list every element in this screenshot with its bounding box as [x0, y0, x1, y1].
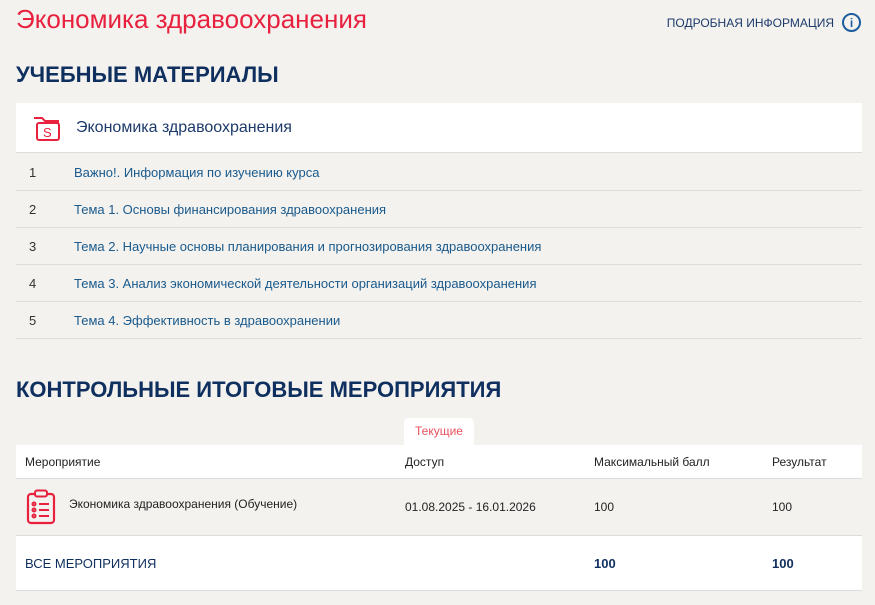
- material-link[interactable]: Тема 2. Научные основы планирования и пр…: [74, 239, 541, 254]
- svg-text:S: S: [43, 125, 52, 140]
- table-total-row: ВСЕ МЕРОПРИЯТИЯ 100 100: [16, 536, 862, 591]
- list-item: 5 Тема 4. Эффективность в здравоохранении: [16, 302, 862, 339]
- list-item: 1 Важно!. Информация по изучению курса: [16, 154, 862, 191]
- events-table: Мероприятие Доступ Максимальный балл Резуль…: [16, 445, 862, 591]
- material-link[interactable]: Тема 1. Основы финансирования здравоохра…: [74, 202, 386, 217]
- course-header: S Экономика здравоохранения: [16, 103, 862, 153]
- table-row[interactable]: Экономика здравоохранения (Обучение) 01.…: [16, 479, 862, 536]
- table-header: Мероприятие Доступ Максимальный балл Резуль…: [16, 445, 862, 479]
- material-link[interactable]: Тема 4. Эффективность в здравоохранении: [74, 313, 340, 328]
- list-item: 4 Тема 3. Анализ экономической деятельнос…: [16, 265, 862, 302]
- clipboard-icon: [26, 489, 56, 525]
- material-link[interactable]: Важно!. Информация по изучению курса: [74, 165, 319, 180]
- event-name[interactable]: Экономика здравоохранения (Обучение): [69, 497, 297, 511]
- events-heading: КОНТРОЛЬНЫЕ ИТОГОВЫЕ МЕРОПРИЯТИЯ: [16, 377, 502, 402]
- more-info-link[interactable]: ПОДРОБНАЯ ИНФОРМАЦИЯ i: [667, 13, 861, 32]
- list-item: 3 Тема 2. Научные основы планирования и п…: [16, 228, 862, 265]
- material-link[interactable]: Тема 3. Анализ экономической деятельност…: [74, 276, 536, 291]
- course-title: Экономика здравоохранения: [76, 118, 292, 136]
- info-icon: i: [842, 13, 861, 32]
- page-title: Экономика здравоохранения: [16, 4, 367, 34]
- materials-list: 1 Важно!. Информация по изучению курса 2Т…: [16, 154, 862, 339]
- tab-current[interactable]: Текущие: [404, 418, 474, 445]
- list-item: 2 Тема 1. Основы финансирования здравоохр…: [16, 191, 862, 228]
- materials-heading: УЧЕБНЫЕ МАТЕРИАЛЫ: [16, 62, 279, 87]
- more-info-label: ПОДРОБНАЯ ИНФОРМАЦИЯ: [666, 15, 834, 30]
- folder-icon: S: [34, 116, 60, 141]
